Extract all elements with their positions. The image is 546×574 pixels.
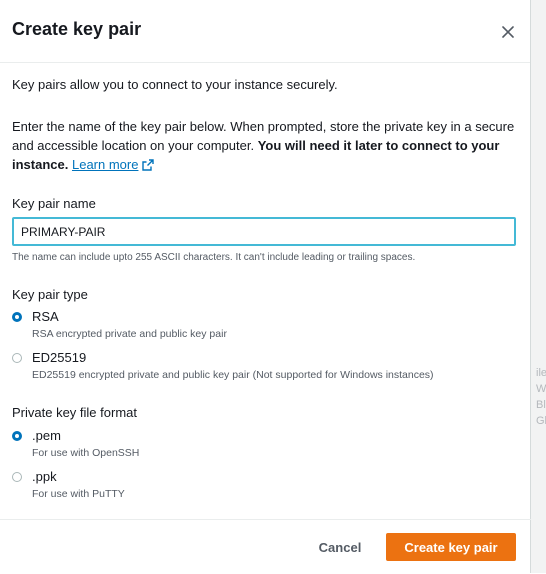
external-link-icon[interactable]: [142, 159, 155, 171]
learn-more-link[interactable]: Learn more: [72, 157, 138, 172]
background-page-text: ile W Bl Gl: [536, 365, 546, 429]
radio-button[interactable]: [12, 472, 22, 482]
key-pair-name-label: Key pair name: [12, 196, 96, 211]
key-pair-name-hint: The name can include upto 255 ASCII char…: [12, 252, 416, 263]
radio-label: .pem: [32, 428, 61, 443]
key-pair-type-label: Key pair type: [12, 287, 88, 302]
radio-option-pem[interactable]: .pem For use with OpenSSH: [12, 427, 139, 462]
dialog-footer: Cancel Create key pair: [0, 519, 531, 574]
intro-text: Key pairs allow you to connect to your i…: [12, 77, 338, 92]
create-key-pair-dialog: Create key pair Key pairs allow you to c…: [0, 0, 531, 573]
radio-option-rsa[interactable]: RSA RSA encrypted private and public key…: [12, 308, 227, 343]
radio-description: RSA encrypted private and public key pai…: [32, 328, 227, 340]
background-page: [531, 0, 546, 573]
background-fragment: Gl: [536, 415, 546, 427]
close-button[interactable]: [497, 21, 519, 43]
radio-description: For use with PuTTY: [32, 488, 125, 500]
background-fragment: Bl: [536, 399, 546, 411]
key-pair-name-input[interactable]: [12, 217, 516, 246]
radio-description: For use with OpenSSH: [32, 447, 140, 459]
radio-label: .ppk: [32, 469, 57, 484]
dialog-title: Create key pair: [12, 19, 142, 39]
file-format-label: Private key file format: [12, 405, 137, 420]
close-icon: [502, 26, 514, 38]
radio-button[interactable]: [12, 312, 22, 322]
create-key-pair-button[interactable]: Create key pair: [386, 533, 516, 561]
radio-description: ED25519 encrypted private and public key…: [32, 369, 434, 381]
background-fragment: ile: [536, 367, 546, 379]
radio-option-ppk[interactable]: .ppk For use with PuTTY: [12, 468, 125, 503]
radio-option-ed25519[interactable]: ED25519 ED25519 encrypted private and pu…: [12, 349, 434, 384]
description-text: Enter the name of the key pair below. Wh…: [12, 117, 518, 174]
radio-label: RSA: [32, 309, 59, 324]
cancel-button[interactable]: Cancel: [310, 535, 370, 559]
radio-label: ED25519: [32, 350, 87, 365]
background-fragment: W: [536, 383, 546, 395]
radio-button[interactable]: [12, 353, 22, 363]
radio-button[interactable]: [12, 431, 22, 441]
dialog-header: Create key pair: [0, 0, 530, 63]
